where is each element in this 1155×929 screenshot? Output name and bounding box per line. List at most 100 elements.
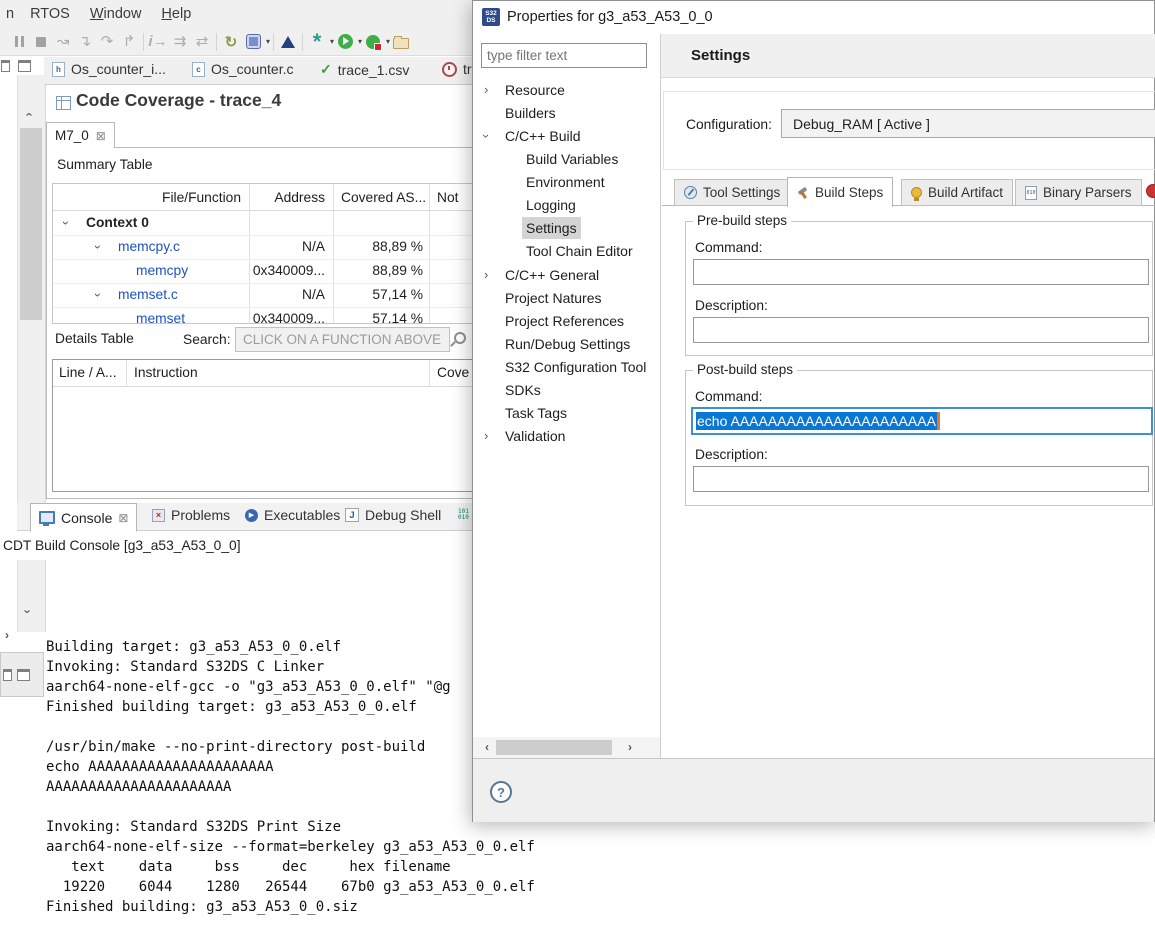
memory-view-icon[interactable]: 101 010 bbox=[458, 509, 469, 521]
menu-item-window[interactable]: Window bbox=[90, 6, 142, 22]
column-header-file[interactable]: File/Function bbox=[53, 184, 241, 211]
tree-item-settings[interactable]: Settings bbox=[473, 217, 656, 239]
tree-item-builders[interactable]: Builders bbox=[473, 102, 656, 124]
pre-description-input[interactable] bbox=[693, 317, 1149, 343]
disconnect-button[interactable]: ↝ bbox=[52, 31, 74, 53]
flash-target-button[interactable] bbox=[242, 31, 264, 53]
coverage-run-button[interactable] bbox=[362, 31, 384, 53]
configuration-combo[interactable]: Debug_RAM [ Active ] bbox=[781, 109, 1155, 138]
tree-item-tool-chain-editor[interactable]: Tool Chain Editor bbox=[473, 240, 656, 262]
search-icon[interactable] bbox=[450, 331, 466, 349]
filter-input[interactable] bbox=[481, 43, 647, 68]
run-button[interactable] bbox=[334, 31, 356, 53]
tree-item-cpp-build[interactable]: › C/C++ Build bbox=[473, 125, 656, 147]
step-instruction-button[interactable]: i → bbox=[147, 31, 169, 53]
tree-item-build-variables[interactable]: Build Variables bbox=[473, 148, 656, 170]
reset-button[interactable]: ↻ bbox=[220, 31, 242, 53]
chevron-expanded-icon[interactable]: › bbox=[54, 221, 78, 225]
debug-config-button[interactable]: * bbox=[306, 30, 328, 53]
editor-tab-trace[interactable]: tr bbox=[442, 61, 472, 77]
menu-item-partial[interactable]: n bbox=[6, 6, 14, 22]
post-command-input[interactable]: echo AAAAAAAAAAAAAAAAAAAAAA bbox=[691, 407, 1153, 435]
tree-h-scrollbar[interactable]: ‹ › bbox=[473, 737, 660, 758]
chevron-right-icon[interactable]: › bbox=[484, 264, 488, 286]
editor-tab-os-counter-h[interactable]: h Os_counter_i... bbox=[52, 61, 166, 77]
left-scrollbar[interactable]: › bbox=[17, 75, 46, 530]
open-folder-button[interactable] bbox=[390, 31, 412, 53]
chevron-expanded-icon[interactable]: › bbox=[86, 293, 110, 297]
table-row[interactable]: memcpy 0x340009... 88,89 % bbox=[53, 259, 472, 284]
scrollbar-thumb[interactable] bbox=[20, 128, 42, 320]
analysis-button[interactable] bbox=[277, 31, 299, 53]
scroll-up-icon[interactable]: › bbox=[21, 112, 36, 116]
tree-item-resource[interactable]: › Resource bbox=[473, 79, 656, 101]
left-scrollbar-lower[interactable]: › bbox=[17, 560, 46, 632]
row-label-link[interactable]: memcpy bbox=[136, 259, 188, 283]
table-row[interactable]: › memset.c N/A 57,14 % bbox=[53, 283, 472, 308]
row-label-link[interactable]: memset bbox=[136, 307, 185, 323]
tab-binary-parsers[interactable]: 010 Binary Parsers bbox=[1015, 179, 1142, 206]
scroll-right-icon[interactable]: › bbox=[628, 740, 632, 754]
tab-executables[interactable]: ▶ Executables bbox=[245, 507, 340, 523]
scroll-left-icon[interactable]: ‹ bbox=[485, 740, 489, 754]
chevron-right-icon[interactable]: › bbox=[484, 425, 488, 447]
tree-item-cpp-general[interactable]: › C/C++ General bbox=[473, 264, 656, 286]
tree-item-validation[interactable]: › Validation bbox=[473, 425, 656, 447]
tree-item-sdks[interactable]: SDKs bbox=[473, 379, 656, 401]
editor-tab-os-counter-c[interactable]: c Os_counter.c bbox=[192, 61, 294, 77]
editor-tab-trace-csv[interactable]: ✓ trace_1.csv bbox=[320, 61, 409, 78]
tree-item-run-debug-settings[interactable]: Run/Debug Settings bbox=[473, 333, 656, 355]
table-row[interactable]: › memcpy.c N/A 88,89 % bbox=[53, 235, 472, 260]
column-header-not-covered[interactable]: Not bbox=[437, 184, 458, 211]
scrollbar-thumb[interactable] bbox=[496, 740, 612, 755]
column-header-instruction[interactable]: Instruction bbox=[134, 360, 198, 386]
expand-panel-button[interactable]: › bbox=[5, 628, 9, 642]
post-description-input[interactable] bbox=[693, 466, 1149, 492]
tree-item-project-natures[interactable]: Project Natures bbox=[473, 287, 656, 309]
tab-console[interactable]: Console ⊠ bbox=[30, 503, 138, 532]
tab-problems[interactable]: × Problems bbox=[152, 507, 230, 523]
restore-icon[interactable] bbox=[17, 668, 30, 681]
tree-item-task-tags[interactable]: Task Tags bbox=[473, 402, 656, 424]
tab-debug-shell[interactable]: J Debug Shell bbox=[345, 507, 441, 523]
stop-button[interactable] bbox=[30, 31, 52, 53]
menu-item-help[interactable]: Help bbox=[161, 6, 191, 22]
pause-button[interactable] bbox=[8, 31, 30, 53]
drop-to-frame-button[interactable]: ⇄ bbox=[191, 31, 213, 53]
tree-item-environment[interactable]: Environment bbox=[473, 171, 656, 193]
minimize-view-button[interactable] bbox=[1, 59, 10, 77]
column-header-line[interactable]: Line / A... bbox=[59, 360, 117, 386]
step-over-button[interactable]: ↷ bbox=[96, 31, 118, 53]
tab-build-artifact[interactable]: Build Artifact bbox=[901, 179, 1014, 206]
tree-item-project-references[interactable]: Project References bbox=[473, 310, 656, 332]
menu-item-rtos[interactable]: RTOS bbox=[30, 6, 70, 22]
tree-item-logging[interactable]: Logging bbox=[473, 194, 656, 216]
help-button[interactable]: ? bbox=[490, 781, 512, 803]
tree-item-s32-configuration[interactable]: S32 Configuration Tool bbox=[473, 356, 656, 378]
table-row[interactable]: › Context 0 bbox=[53, 211, 472, 236]
search-input[interactable] bbox=[235, 327, 450, 352]
close-icon[interactable]: ⊠ bbox=[96, 129, 106, 143]
column-header-coverage[interactable]: Cove bbox=[437, 360, 469, 386]
panel-divider[interactable] bbox=[660, 34, 661, 758]
chevron-down-icon[interactable]: › bbox=[475, 134, 497, 138]
close-icon[interactable]: ⊠ bbox=[118, 511, 128, 525]
minimize-icon[interactable] bbox=[3, 668, 12, 681]
table-row[interactable]: memset 0x340009... 57,14 % bbox=[53, 307, 472, 323]
instruction-stepping-button[interactable]: ⇉ bbox=[169, 31, 191, 53]
column-header-address[interactable]: Address bbox=[249, 184, 325, 211]
console-output[interactable]: Building target: g3_a53_A53_0_0.elf Invo… bbox=[46, 637, 535, 917]
scroll-down-icon[interactable]: › bbox=[21, 609, 36, 613]
column-header-covered[interactable]: Covered AS... bbox=[341, 184, 426, 211]
chevron-right-icon[interactable]: › bbox=[484, 79, 488, 101]
tab-build-steps[interactable]: Build Steps bbox=[787, 177, 894, 207]
step-into-button[interactable]: ↴ bbox=[74, 31, 96, 53]
step-return-button[interactable]: ↱ bbox=[118, 31, 140, 53]
dialog-title-bar[interactable]: S32 DS Properties for g3_a53_A53_0_0 bbox=[473, 1, 1154, 34]
row-label-link[interactable]: memcpy.c bbox=[118, 235, 180, 259]
chevron-down-icon[interactable]: ▾ bbox=[266, 37, 270, 46]
coverage-tab-m7[interactable]: M7_0 ⊠ bbox=[46, 122, 115, 148]
chevron-expanded-icon[interactable]: › bbox=[86, 245, 110, 249]
pre-command-input[interactable] bbox=[693, 259, 1149, 285]
tab-tool-settings[interactable]: Tool Settings bbox=[674, 179, 791, 206]
